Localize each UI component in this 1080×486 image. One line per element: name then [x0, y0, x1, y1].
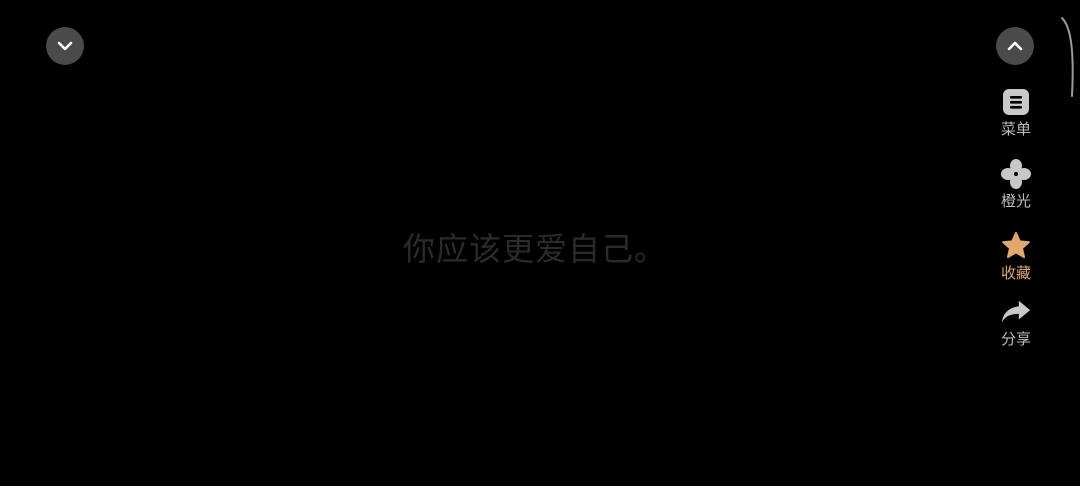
chevron-up-icon: [1007, 41, 1023, 51]
orange-light-button[interactable]: 橙光: [993, 158, 1039, 210]
expand-button[interactable]: [996, 27, 1034, 65]
share-label: 分享: [1000, 330, 1031, 348]
collect-label: 收藏: [1000, 264, 1031, 282]
chevron-down-icon: [57, 41, 73, 51]
lyric-line: 你应该更爱自己。: [402, 230, 667, 268]
star-icon: [1000, 230, 1032, 262]
share-arrow-icon: [1000, 296, 1032, 328]
collapse-button[interactable]: [46, 27, 84, 65]
menu-button[interactable]: 菜单: [993, 86, 1039, 138]
player-screen: 你应该更爱自己。 菜单 橙光 收藏 分享: [0, 0, 1080, 486]
menu-label: 菜单: [1000, 120, 1031, 138]
orange-light-label: 橙光: [1000, 192, 1031, 210]
orange-clover-icon: [1000, 158, 1032, 190]
collect-button[interactable]: 收藏: [993, 230, 1039, 282]
edge-arc-decoration: [1061, 17, 1074, 97]
menu-list-icon: [1000, 86, 1032, 118]
share-button[interactable]: 分享: [993, 296, 1039, 348]
